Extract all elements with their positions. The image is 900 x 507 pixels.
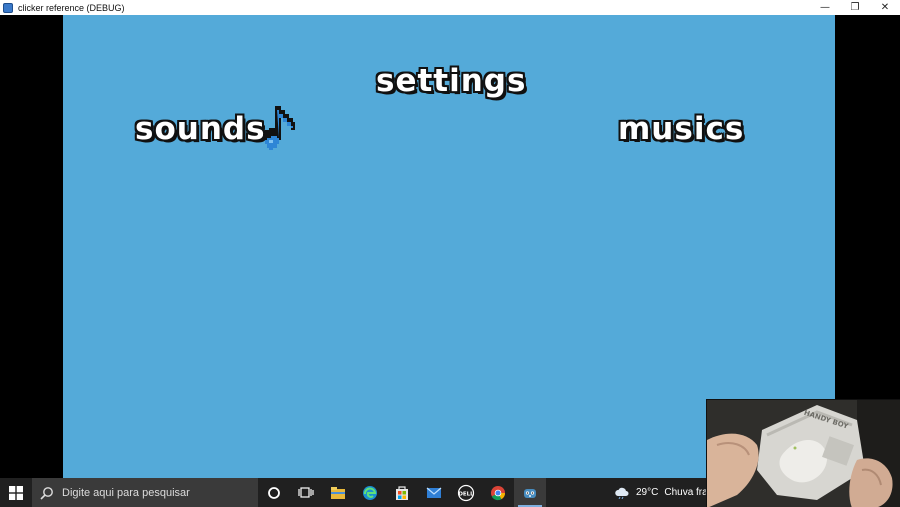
start-button[interactable]: [0, 478, 32, 507]
window-controls: — ❐ ✕: [810, 0, 900, 15]
musics-option[interactable]: musics: [618, 111, 744, 147]
dell-button[interactable]: DELL: [450, 478, 482, 507]
window-title: clicker reference (DEBUG): [18, 2, 125, 13]
edge-button[interactable]: [354, 478, 386, 507]
search-placeholder: Digite aqui para pesquisar: [62, 486, 190, 499]
store-button[interactable]: [386, 478, 418, 507]
godot-button[interactable]: [514, 478, 546, 507]
cloud-rain-icon: [615, 487, 629, 499]
sounds-option[interactable]: sounds: [135, 111, 266, 147]
restore-button[interactable]: ❐: [840, 0, 870, 15]
dell-icon: DELL: [457, 484, 474, 501]
music-note-icon: [263, 106, 295, 150]
webcam-feed: HANDY BOY: [707, 400, 900, 507]
chrome-icon: [491, 485, 506, 500]
file-explorer-button[interactable]: [322, 478, 354, 507]
edge-icon: [363, 485, 377, 500]
chrome-button[interactable]: [482, 478, 514, 507]
window-titlebar: clicker reference (DEBUG) — ❐ ✕: [0, 0, 900, 16]
store-icon: [396, 485, 408, 500]
minimize-button[interactable]: —: [810, 0, 840, 15]
mail-button[interactable]: [418, 478, 450, 507]
godot-icon: [524, 488, 536, 498]
letterbox-left: [0, 15, 63, 478]
windows-icon: [9, 485, 23, 500]
settings-title: settings: [376, 63, 527, 99]
app-icon: [3, 2, 13, 13]
taskbar-search[interactable]: Digite aqui para pesquisar: [32, 478, 258, 507]
mail-icon: [426, 487, 442, 498]
search-icon: [40, 486, 53, 500]
webcam-overlay: HANDY BOY: [706, 399, 900, 507]
weather-temperature: 29°C: [636, 487, 659, 498]
cortana-button[interactable]: [258, 478, 290, 507]
cortana-icon: [268, 486, 280, 499]
weather-widget[interactable]: 29°C Chuva fraca: [614, 478, 718, 507]
task-view-button[interactable]: [290, 478, 322, 507]
close-button[interactable]: ✕: [870, 0, 900, 15]
task-view-icon: [298, 486, 314, 498]
dell-label: DELL: [458, 491, 474, 497]
file-explorer-icon: [331, 486, 345, 499]
